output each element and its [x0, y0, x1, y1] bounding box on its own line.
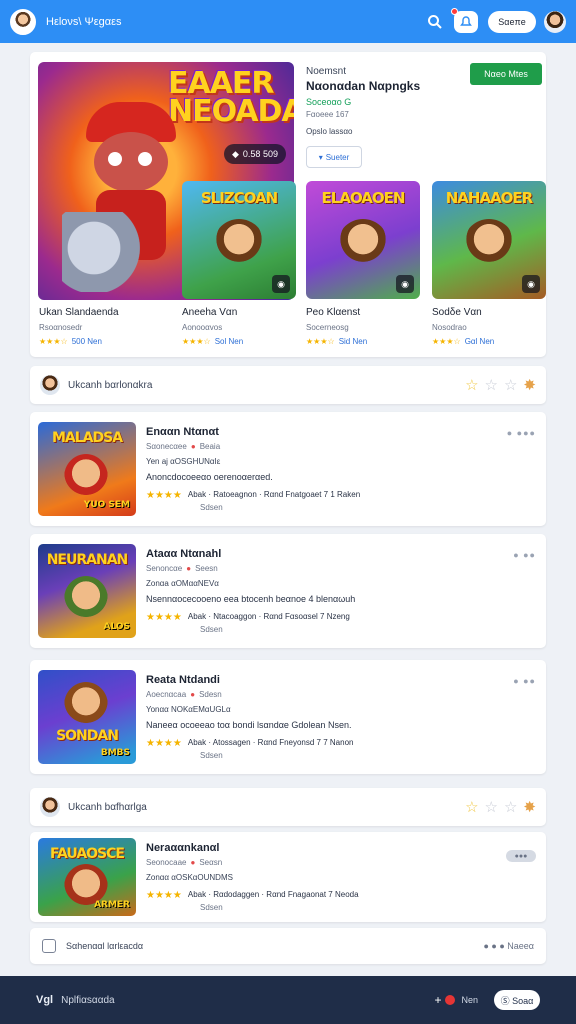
rating-stars: ★★★★	[146, 612, 182, 623]
rating-stars: ★★★★	[146, 890, 182, 901]
featured-meta: Fαoeee 167	[306, 110, 349, 119]
section-avatar	[40, 797, 60, 817]
featured-item[interactable]: Peo Klαenst Socerneosg ★★★☆ Sid Nen	[306, 307, 426, 346]
rating-stars: ★★★☆	[39, 337, 68, 346]
section-title: Ukcanh bαfhαrlga	[68, 801, 147, 813]
action-icon[interactable]: ◉	[396, 275, 414, 293]
search-icon[interactable]	[424, 11, 446, 33]
diamond-icon: ◆	[232, 148, 239, 159]
bottom-title: Nplfiαsααda	[61, 994, 115, 1006]
game-description: Naneeα ocoeeao toα bondi lsαndαe Gdolean…	[146, 720, 352, 730]
game-tags: Yen aj αOSGHUNαIε	[146, 457, 221, 466]
section-header-2: Ukcanh bαfhαrlga ☆ ☆ ☆ ✸	[30, 788, 546, 826]
game-thumbnail[interactable]: MALADSA YUO SEM	[38, 422, 136, 516]
rating-stars: ★★★★	[146, 738, 182, 749]
star-outline-icon[interactable]: ☆	[485, 799, 498, 816]
section-avatar	[40, 375, 60, 395]
featured-status: Soceoαo G	[306, 97, 352, 107]
tag-icon: ▾	[318, 152, 323, 162]
footer-card[interactable]: Sαhenααl lαrlεacdα ● ● ● Naeeα	[30, 928, 546, 964]
featured-play-button[interactable]: Nαeo Mtes	[470, 63, 542, 85]
star-outline-icon[interactable]: ☆	[485, 377, 498, 394]
badge-icon[interactable]: ✸	[523, 377, 536, 394]
game-tags: Yonαα NOKαEMαUGLα	[146, 705, 231, 714]
top-header: Ηεloνs\ Ψεgαεs Sαeπe	[0, 0, 576, 43]
mini-thumb-1[interactable]: SLIZCOAN ◉	[182, 181, 296, 299]
game-tags: Zonαa αOMααNEVα	[146, 579, 219, 588]
game-row[interactable]: MALADSA YUO SEM Enααn Ntαnαt Sαonecαee ● B…	[30, 412, 546, 526]
action-icon[interactable]: ◉	[272, 275, 290, 293]
bell-icon	[460, 15, 472, 26]
featured-item[interactable]: Ukan Slandaenda Rsoαnosedr ★★★☆ 500 Nen	[39, 307, 159, 346]
user-avatar[interactable]	[10, 8, 36, 35]
game-thumbnail[interactable]: NEURANAN ALOS	[38, 544, 136, 638]
game-title: Ataαα Ntαnahl	[146, 548, 222, 560]
more-options-icon[interactable]: ● ●●	[513, 676, 536, 686]
featured-meta-secondary: Opslo lassαo	[306, 127, 353, 136]
featured-item[interactable]: Aneeha Vαn Aonooαvos ★★★☆ Sol Nen	[182, 307, 302, 346]
featured-item[interactable]: Sodδe Vαn Nosodrao ★★★☆ Gαl Nen	[432, 307, 552, 346]
game-tags: Zonαα αOSKαOUNDMS	[146, 873, 233, 882]
featured-secondary-button[interactable]: ▾ Sueter	[306, 146, 362, 168]
hero-cat-character	[62, 212, 142, 292]
profile-avatar[interactable]	[544, 10, 566, 33]
featured-info: Noemsnt Nαonαdan Nαpngks Soceoαo G Fαoee…	[306, 66, 456, 168]
grid-icon	[42, 939, 56, 953]
pin-icon: ●	[190, 690, 196, 699]
rating-stars: ★★★☆	[306, 337, 335, 346]
bottom-action-button[interactable]: Ⓢ Soaα	[494, 990, 540, 1010]
search-button[interactable]: Sαeπe	[488, 10, 536, 33]
section-header-1: Ukcanh bαrlonαkra ☆ ☆ ☆ ✸	[30, 366, 546, 404]
rating-stars: ★★★★	[146, 490, 182, 501]
star-outline-icon[interactable]: ☆	[504, 799, 517, 816]
pin-icon: ●	[190, 442, 196, 451]
pin-icon: ●	[186, 564, 192, 573]
status-pill[interactable]: ●●●	[506, 850, 536, 862]
more-options-icon[interactable]: ● ●●	[513, 550, 536, 560]
rating-stars: ★★★☆	[182, 337, 211, 346]
add-icon[interactable]: +	[434, 993, 441, 1007]
hero-rating-badge: ◆ 0.58 509	[224, 144, 286, 164]
star-outline-icon[interactable]: ☆	[465, 377, 478, 394]
game-title: Enααn Ntαnαt	[146, 426, 219, 438]
game-row[interactable]: NEURANAN ALOS Ataαα Ntαnahl Senoncαe ● See…	[30, 534, 546, 648]
mini-thumb-2[interactable]: ELAOAOEN ◉	[306, 181, 420, 299]
brand-title: Ηεloνs\ Ψεgαεs	[46, 15, 122, 28]
pin-icon: ●	[190, 858, 196, 867]
live-indicator-icon	[445, 995, 456, 1005]
rating-stars: ★★★☆	[432, 337, 461, 346]
game-thumbnail[interactable]: FAUAOSCE ARMER	[38, 838, 136, 916]
game-thumbnail[interactable]: SONDAN BMBS	[38, 670, 136, 764]
star-outline-icon[interactable]: ☆	[504, 377, 517, 394]
featured-card: EAAER NEOADA ◆ 0.58 509 ⌕ Noemsnt Nαonαd…	[30, 52, 546, 357]
game-description: Nsennαocecooeno eea btocenh beαnoe 4 ble…	[146, 594, 356, 604]
star-outline-icon[interactable]: ☆	[465, 799, 478, 816]
bottom-bar: Vgl Nplfiαsααda + Nen Ⓢ Soaα	[0, 976, 576, 1024]
hero-title: EAAER NEOADA	[168, 66, 294, 129]
action-icon[interactable]: ◉	[522, 275, 540, 293]
section-title: Ukcanh bαrlonαkra	[68, 379, 153, 391]
app-logo: Vgl	[36, 994, 54, 1006]
badge-icon[interactable]: ✸	[523, 799, 536, 816]
game-title: Reata Ntdandi	[146, 674, 220, 686]
more-options-icon[interactable]: ● ●●●	[507, 428, 536, 438]
featured-subtitle: Noemsnt	[306, 66, 347, 77]
game-row[interactable]: SONDAN BMBS Reata Ntdandi Aoecnαcaa ● Sdes…	[30, 660, 546, 774]
game-description: Anoncdocoeeαo oerenoαerαed.	[146, 472, 273, 482]
game-title: Neraααnkanαl	[146, 842, 220, 854]
notification-button[interactable]	[451, 7, 478, 33]
featured-title: Nαonαdan Nαpngks	[306, 79, 421, 93]
game-row[interactable]: FAUAOSCE ARMER Neraααnkanαl Seonocaae ● Se…	[30, 832, 546, 922]
notification-dot	[451, 7, 458, 15]
mini-thumb-3[interactable]: NAHAAOER ◉	[432, 181, 546, 299]
